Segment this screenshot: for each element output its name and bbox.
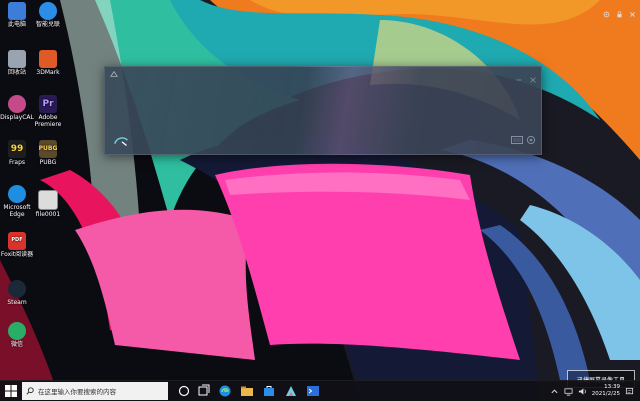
3dmark-icon	[39, 50, 57, 68]
pubg-icon: PUBG	[39, 140, 57, 158]
close-icon[interactable]	[629, 3, 636, 17]
desktop-icon-label: 3DMark	[36, 69, 60, 76]
chevron-up-icon[interactable]	[550, 387, 559, 396]
pdf-icon: PDF	[8, 232, 26, 250]
desktop-icon-smart[interactable]: 智能兑联	[31, 2, 65, 29]
desktop-icon-foxit[interactable]: PDF Foxit阅读器	[0, 232, 34, 259]
windows-start-icon[interactable]	[5, 385, 17, 397]
close-icon[interactable]	[529, 69, 537, 83]
steam-icon	[8, 280, 26, 298]
desktop-icon-label: 回收站	[7, 69, 26, 76]
edge-icon	[8, 185, 26, 203]
lock-icon[interactable]	[616, 3, 623, 18]
clock-date: 2021/2/25	[591, 391, 620, 397]
task-view-icon[interactable]	[177, 384, 191, 398]
desktop-icon-label: DisplayCAL	[0, 114, 34, 121]
window-controls	[515, 69, 537, 83]
desktop-icon-wechat[interactable]: 微信	[0, 322, 34, 349]
taskbar: 在这里输入你要搜索的内容 13:39 2021/2/25	[0, 380, 640, 401]
computer-icon	[8, 2, 26, 20]
keyboard-icon[interactable]	[511, 136, 523, 144]
file-explorer-icon[interactable]	[240, 384, 254, 398]
volume-icon[interactable]	[578, 387, 587, 396]
desktop-icon-3dmark[interactable]: 3DMark	[31, 50, 65, 77]
corner-controls	[603, 3, 636, 18]
recycle-bin-icon	[8, 50, 26, 68]
network-icon[interactable]	[564, 387, 573, 396]
desktop-icon-label: Fraps	[8, 159, 26, 166]
task-switch-icon[interactable]	[197, 384, 211, 398]
edge-icon[interactable]	[218, 384, 232, 398]
desktop-icon-label: Steam	[7, 299, 27, 306]
desktop-icon-label: PUBG	[39, 159, 57, 166]
fraps-icon: 99	[8, 140, 26, 158]
desktop-icon-premiere[interactable]: Pr Adobe Premiere	[31, 95, 65, 129]
search-icon[interactable]	[113, 134, 131, 148]
desktop-icon-file[interactable]: file0001	[31, 190, 65, 219]
desktop-icon-label: 微信	[10, 341, 23, 348]
desktop-icon-fraps[interactable]: 99 Fraps	[0, 140, 34, 167]
notification-icon[interactable]	[625, 387, 634, 396]
system-clock[interactable]: 13:39 2021/2/25	[592, 384, 620, 398]
desktop-icon-label: 此电脑	[7, 21, 26, 28]
desktop-icon-steam[interactable]: Steam	[0, 280, 34, 307]
system-tray: 13:39 2021/2/25	[550, 383, 634, 399]
desktop-icon-displaycal[interactable]: DisplayCAL	[0, 95, 34, 122]
store-icon[interactable]	[262, 384, 276, 398]
search-icon	[26, 387, 34, 395]
displaycal-icon	[8, 95, 26, 113]
taskbar-search-box[interactable]: 在这里输入你要搜索的内容	[22, 382, 168, 400]
desktop-icon-recycle-bin[interactable]: 回收站	[0, 50, 34, 77]
wechat-icon	[8, 322, 26, 340]
app-icon[interactable]	[284, 384, 298, 398]
terminal-icon[interactable]	[306, 384, 320, 398]
desktop-icon-pubg[interactable]: PUBG PUBG	[31, 140, 65, 167]
desktop-icon-this-pc[interactable]: 此电脑	[0, 2, 34, 29]
desktop-icon-edge[interactable]: Microsoft Edge	[0, 185, 34, 219]
settings-icon[interactable]	[526, 135, 536, 145]
desktop-wallpaper	[0, 0, 640, 400]
file-icon	[38, 190, 58, 210]
clock-time: 13:39	[604, 384, 620, 391]
app-icon	[39, 2, 57, 20]
app-logo-icon	[110, 70, 118, 77]
desktop-icon-label: Adobe Premiere	[34, 114, 62, 128]
premiere-icon: Pr	[39, 95, 57, 113]
desktop-icon-label: Microsoft Edge	[3, 204, 31, 218]
search-placeholder: 在这里输入你要搜索的内容	[38, 388, 116, 396]
search-launcher-window[interactable]	[104, 66, 542, 155]
desktop-icon-label: 智能兑联	[35, 21, 60, 28]
settings-icon[interactable]	[603, 3, 610, 18]
minimize-icon[interactable]	[515, 69, 523, 81]
desktop-icon-label: file0001	[35, 211, 61, 218]
desktop-icon-label: Foxit阅读器	[0, 251, 34, 258]
